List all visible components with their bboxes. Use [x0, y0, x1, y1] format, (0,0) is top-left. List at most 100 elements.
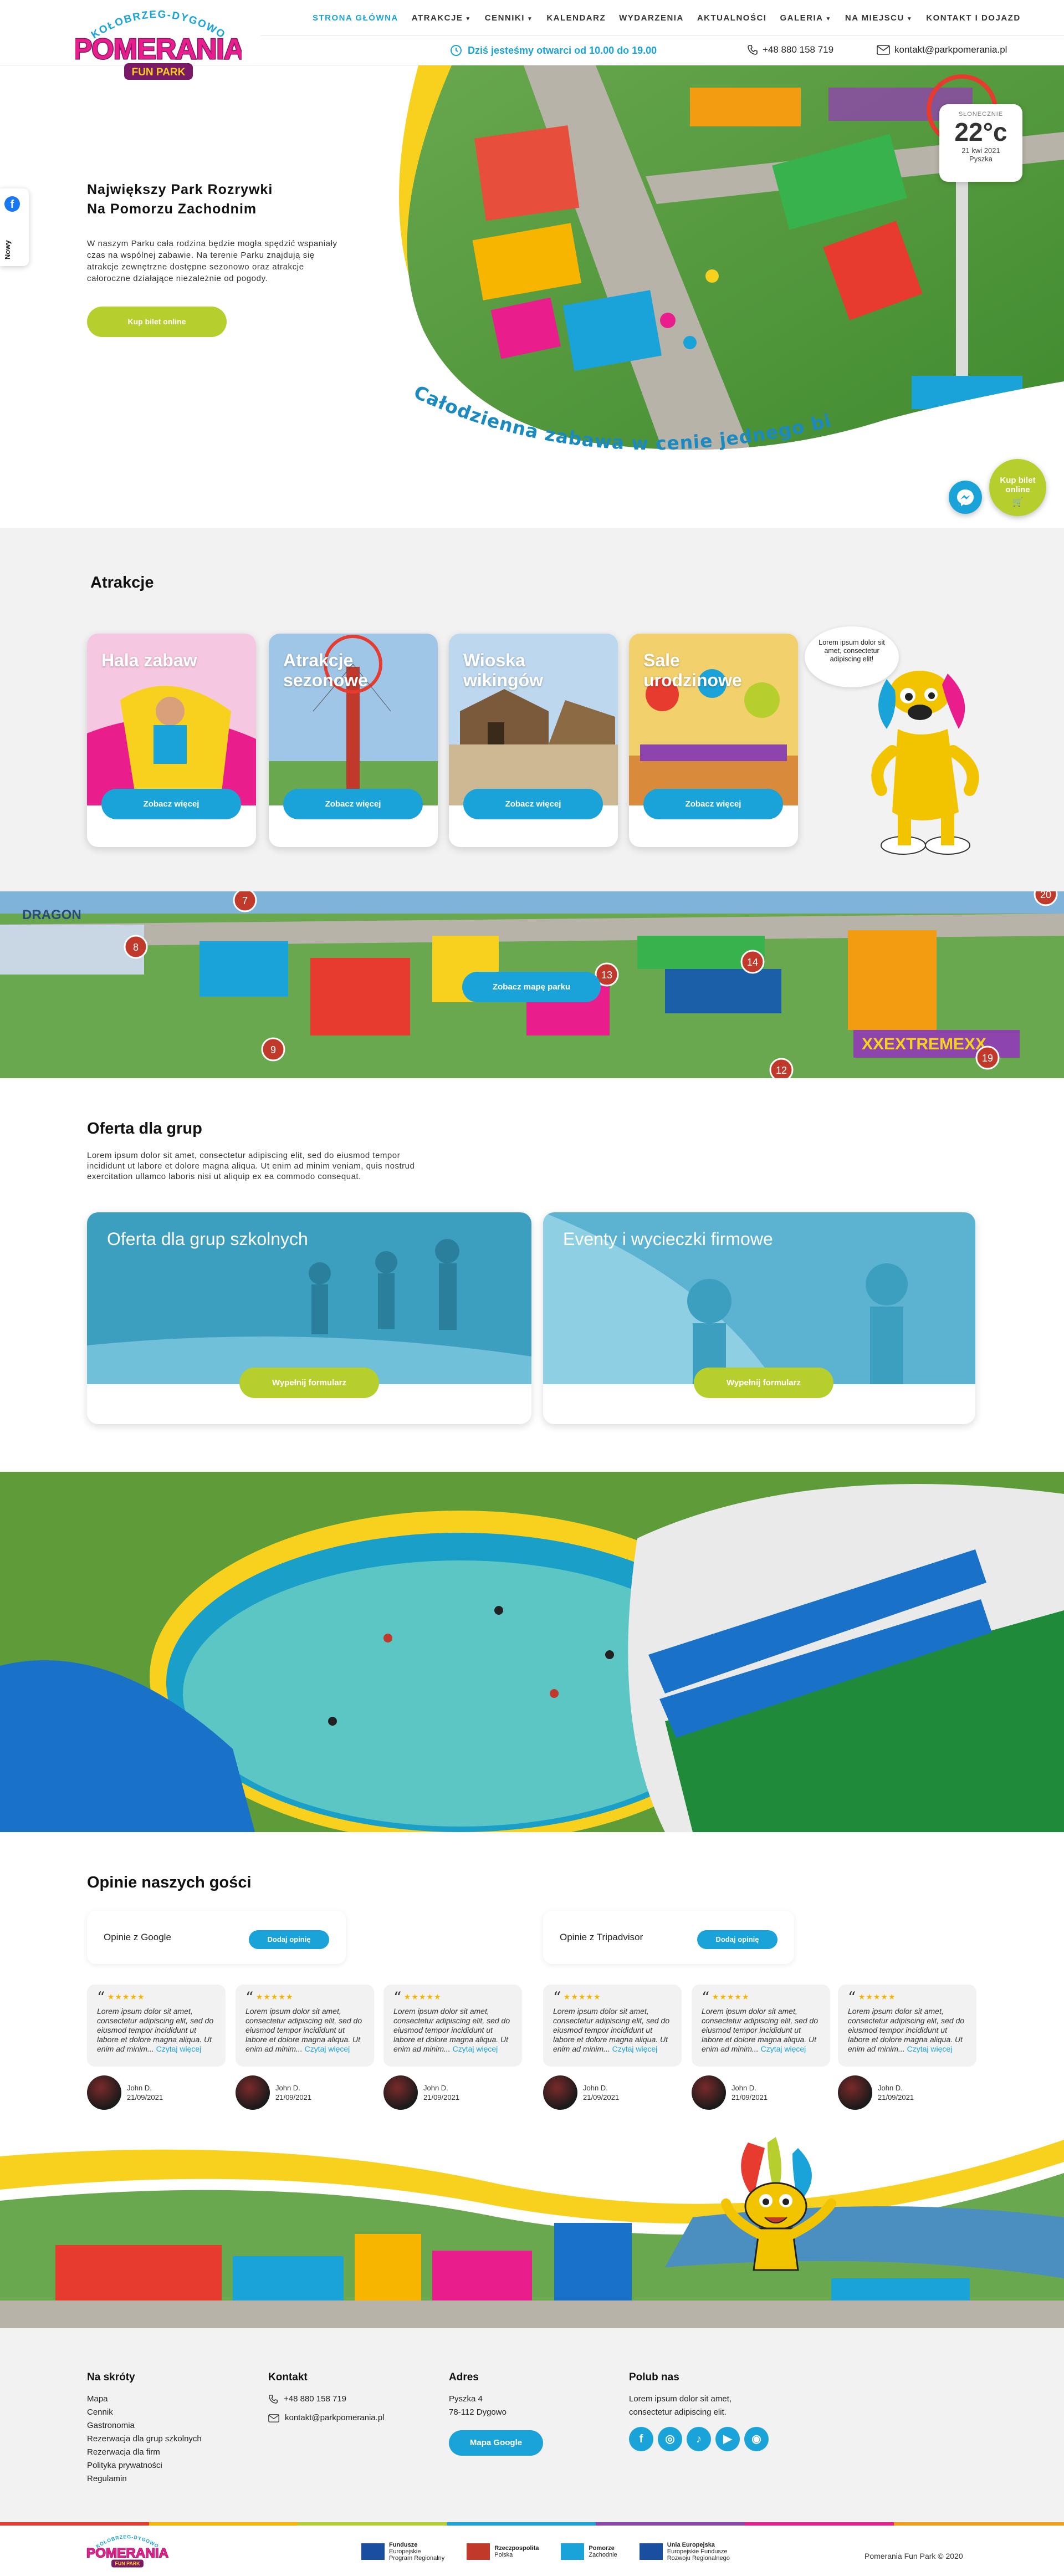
footer-shortcut-link[interactable]: Polityka prywatności — [87, 2459, 202, 2472]
attraction-card-vikings[interactable]: Wioska wikingów Zobacz więcej — [449, 634, 618, 847]
offer-card-schools[interactable]: Oferta dla grup szkolnych Wypełnij formu… — [87, 1212, 531, 1424]
add-google-review-button[interactable]: Dodaj opinię — [249, 1930, 329, 1949]
eu-logo: Pomorze Zachodnie — [561, 2543, 617, 2560]
weather-temperature: 22°c — [954, 118, 1007, 146]
instagram-icon[interactable]: ◎ — [658, 2427, 682, 2451]
map-pin[interactable]: 20 — [1040, 891, 1051, 900]
attraction-card-seasonal[interactable]: Atrakcje sezonowe Zobacz więcej — [269, 634, 438, 847]
nav-item[interactable]: STRONA GŁÓWNA — [306, 13, 405, 23]
site-logo[interactable]: KOŁOBRZEG-DYGOWO POMERANIA FUN PARK — [72, 4, 245, 88]
fill-form-button[interactable]: Wypełnij formularz — [694, 1368, 833, 1398]
see-more-button[interactable]: Zobacz więcej — [643, 789, 783, 819]
review-date: 21/09/2021 — [583, 2093, 620, 2101]
see-park-map-button[interactable]: Zobacz mapę parku — [462, 972, 601, 1002]
footer-shortcuts: Na skróty Mapa Cennik Gastronomia Rezerwacj… — [87, 2371, 202, 2486]
footer-shortcut-link[interactable]: Rezerwacja dla grup szkolnych — [87, 2432, 202, 2446]
review-author: John D. 21/09/2021 — [383, 2075, 522, 2110]
eu-logo: Rzeczpospolita Polska — [467, 2543, 539, 2560]
quote-icon: “ — [848, 1988, 856, 2007]
see-more-button[interactable]: Zobacz więcej — [101, 789, 241, 819]
review-date: 21/09/2021 — [127, 2093, 163, 2101]
read-more-link[interactable]: Czytaj więcej — [761, 2044, 806, 2053]
nav-item[interactable]: ATRAKCJE ▼ — [405, 13, 478, 23]
tripadvisor-icon[interactable]: ◉ — [744, 2427, 769, 2451]
google-reviews-label: Opinie z Google — [104, 1932, 171, 1942]
map-pin[interactable]: 14 — [747, 957, 758, 968]
tiktok-icon[interactable]: ♪ — [687, 2427, 711, 2451]
phone-text: +48 880 158 719 — [763, 44, 834, 55]
nav-item[interactable]: KONTAKT I DOJAZD — [919, 13, 1027, 23]
review-text: Lorem ipsum dolor sit amet, consectetur … — [702, 2007, 820, 2054]
chevron-down-icon: ▼ — [526, 16, 534, 22]
phone-link[interactable]: +48 880 158 719 — [747, 44, 833, 55]
read-more-link[interactable]: Czytaj więcej — [612, 2044, 658, 2053]
facebook-icon[interactable]: f — [629, 2427, 653, 2451]
email-link[interactable]: kontakt@parkpomerania.pl — [877, 44, 1007, 55]
news-side-tab[interactable]: f Nowy — [0, 188, 29, 266]
clock-icon — [451, 45, 462, 56]
nav-item[interactable]: CENNIKI ▼ — [478, 13, 540, 23]
footer-shortcuts-title: Na skróty — [87, 2371, 135, 2383]
google-maps-button[interactable]: Mapa Google — [449, 2430, 543, 2456]
eu-logo-text: Rozwoju Regionalnego — [667, 2555, 730, 2562]
add-tripadvisor-review-button[interactable]: Dodaj opinię — [697, 1930, 777, 1949]
weather-widget: SŁONECZNIE 22°c 21 kwi 2021 Pyszka — [939, 104, 1022, 182]
map-pin[interactable]: 9 — [270, 1044, 276, 1055]
nav-item[interactable]: KALENDARZ — [540, 13, 612, 23]
see-more-button[interactable]: Zobacz więcej — [463, 789, 603, 819]
footer-logo-sub-text: FUN PARK — [115, 2561, 140, 2567]
review-author-name: John D. — [878, 2084, 903, 2092]
review-author: John D. 21/09/2021 — [692, 2075, 830, 2110]
footer-social: Polub nas Lorem ipsum dolor sit amet, co… — [629, 2371, 795, 2451]
attraction-card-birthday[interactable]: Sale urodzinowe Zobacz więcej — [629, 634, 798, 847]
map-pin[interactable]: 7 — [242, 895, 248, 906]
see-more-button[interactable]: Zobacz więcej — [283, 789, 423, 819]
nav-item-label: KONTAKT I DOJAZD — [926, 13, 1021, 23]
footer-email-link[interactable]: kontakt@parkpomerania.pl — [268, 2411, 385, 2425]
map-pin[interactable]: 13 — [601, 970, 612, 981]
footer-phone-link[interactable]: +48 880 158 719 — [268, 2393, 385, 2406]
floating-buy-ticket-button[interactable]: Kup bilet online 🛒 — [989, 459, 1046, 516]
avatar — [236, 2075, 270, 2110]
attraction-label: Wioska wikingów — [463, 650, 543, 690]
read-more-link[interactable]: Czytaj więcej — [453, 2044, 498, 2053]
mascot-dog-image — [871, 671, 979, 855]
footer-shortcut-link[interactable]: Mapa — [87, 2393, 202, 2406]
hero-title-line2: Na Pomorzu Zachodnim — [87, 201, 257, 217]
review-body: “ ★★★★★ Lorem ipsum dolor sit amet, conse… — [383, 1985, 522, 2067]
review-text: Lorem ipsum dolor sit amet, consectetur … — [848, 2007, 966, 2054]
quote-icon: “ — [245, 1988, 254, 2007]
read-more-link[interactable]: Czytaj więcej — [907, 2044, 953, 2053]
footer-shortcut-link[interactable]: Gastronomia — [87, 2419, 202, 2432]
review-card: “ ★★★★★ Lorem ipsum dolor sit amet, conse… — [236, 1985, 374, 2110]
footer-logo[interactable]: KOŁOBRZEG-DYGOWO POMERANIA FUN PARK — [86, 2532, 169, 2571]
nav-item[interactable]: WYDARZENIA — [612, 13, 690, 23]
nav-item-label: ATRAKCJE — [411, 13, 463, 23]
messenger-button[interactable] — [949, 481, 982, 514]
footer-shortcut-link[interactable]: Rezerwacja dla firm — [87, 2446, 202, 2459]
review-author: John D. 21/09/2021 — [236, 2075, 374, 2110]
map-pin[interactable]: 8 — [133, 942, 139, 953]
footer-logo-main-text: POMERANIA — [86, 2546, 168, 2561]
footer-social-title: Polub nas — [629, 2371, 679, 2383]
map-pin[interactable]: 19 — [982, 1053, 993, 1064]
star-rating-icon: ★★★★★ — [712, 1992, 750, 2001]
nav-item[interactable]: AKTUALNOŚCI — [690, 13, 774, 23]
google-reviews-box: Opinie z Google Dodaj opinię — [87, 1911, 346, 1964]
read-more-link[interactable]: Czytaj więcej — [305, 2044, 350, 2053]
attraction-card-hala[interactable]: Hala zabaw Zobacz więcej — [87, 634, 256, 847]
youtube-icon[interactable]: ▶ — [715, 2427, 740, 2451]
footer-shortcut-link[interactable]: Regulamin — [87, 2472, 202, 2486]
offer-card-corporate[interactable]: Eventy i wycieczki firmowe Wypełnij form… — [543, 1212, 975, 1424]
read-more-link[interactable]: Czytaj więcej — [156, 2044, 202, 2053]
buy-ticket-button[interactable]: Kup bilet online — [87, 307, 227, 337]
nav-item[interactable]: GALERIA ▼ — [773, 13, 838, 23]
review-card: “ ★★★★★ Lorem ipsum dolor sit amet, conse… — [87, 1985, 226, 2110]
fill-form-button[interactable]: Wypełnij formularz — [239, 1368, 379, 1398]
eu-funding-logos: Fundusze Europejskie Program Regionalny Rze… — [361, 2542, 730, 2562]
quote-icon: “ — [97, 1988, 105, 2007]
nav-item[interactable]: NA MIEJSCU ▼ — [838, 13, 919, 23]
map-pin[interactable]: 12 — [776, 1065, 787, 1076]
eu-logo-text: Rzeczpospolita — [494, 2545, 539, 2552]
footer-shortcut-link[interactable]: Cennik — [87, 2406, 202, 2419]
